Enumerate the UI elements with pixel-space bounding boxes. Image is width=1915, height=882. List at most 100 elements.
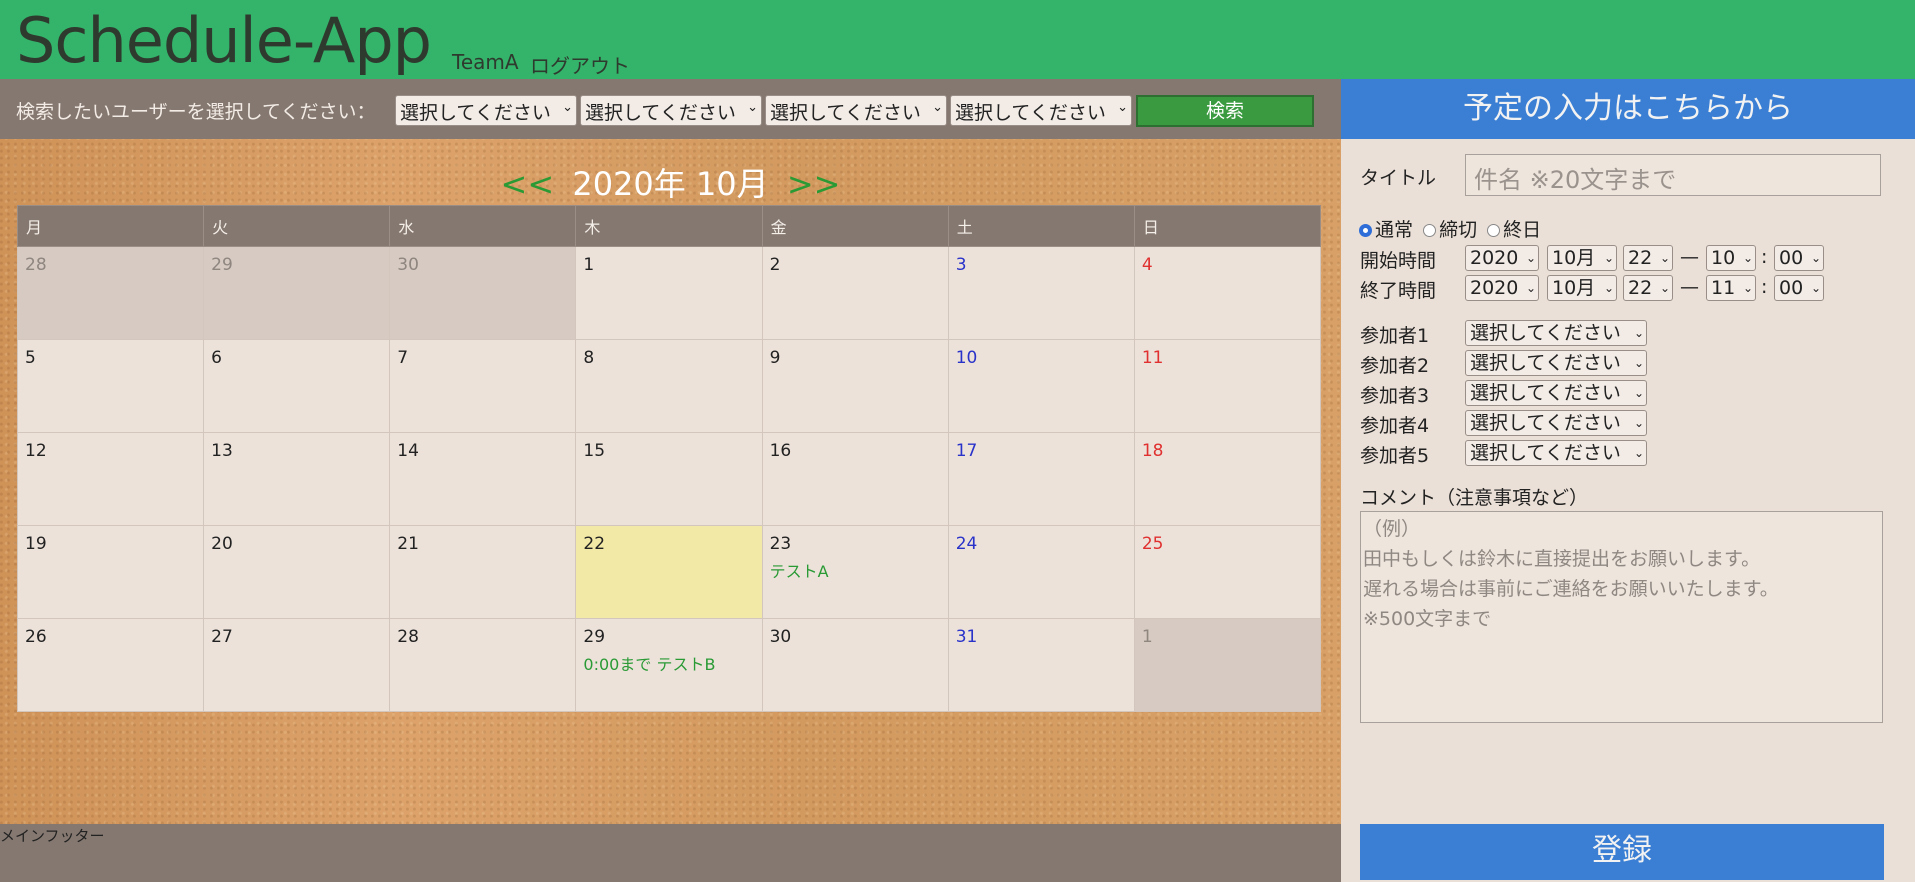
calendar-day-cell[interactable]: 5 bbox=[16, 339, 205, 433]
radio-selected-icon bbox=[1359, 224, 1372, 237]
calendar-day-cell[interactable]: 2 bbox=[761, 246, 949, 340]
calendar-day-cell[interactable]: 27 bbox=[203, 618, 391, 712]
participant-5-label: 参加者5 bbox=[1360, 445, 1430, 467]
calendar-day-cell[interactable]: 14 bbox=[389, 432, 577, 526]
participant-3-label: 参加者3 bbox=[1360, 385, 1430, 407]
end-month-select[interactable]: 10月 ⌄ bbox=[1547, 275, 1617, 301]
next-month-button[interactable]: >> bbox=[787, 165, 841, 203]
participant-1-select[interactable]: 選択してください ⌄ bbox=[1465, 320, 1647, 346]
day-number: 23 bbox=[769, 534, 792, 554]
radio-normal[interactable]: 通常 bbox=[1359, 219, 1413, 241]
chevron-down-icon: ⌄ bbox=[747, 100, 758, 115]
day-number: 29 bbox=[211, 255, 233, 275]
end-year-select[interactable]: 2020 ⌄ bbox=[1465, 275, 1539, 301]
calendar-day-cell[interactable]: 1 bbox=[575, 246, 763, 340]
end-day-select[interactable]: 22 ⌄ bbox=[1623, 275, 1673, 301]
participant-3-select[interactable]: 選択してください ⌄ bbox=[1465, 380, 1647, 406]
radio-allday[interactable]: 終日 bbox=[1487, 219, 1541, 241]
calendar-day-cell[interactable]: 19 bbox=[16, 525, 205, 619]
calendar-day-cell[interactable]: 30 bbox=[389, 246, 577, 340]
day-number: 1 bbox=[583, 255, 595, 275]
calendar-week-row: 19 20 21 22 23 テストA 24 25 bbox=[16, 525, 1322, 619]
end-minute-select[interactable]: 00 ⌄ bbox=[1774, 275, 1824, 301]
prev-month-button[interactable]: << bbox=[501, 165, 555, 203]
user-select-2[interactable]: 選択してください ⌄ bbox=[580, 95, 762, 126]
day-number: 30 bbox=[769, 627, 792, 647]
calendar-day-cell[interactable]: 29 0:00まで テストB bbox=[575, 618, 763, 712]
calendar-day-cell[interactable]: 15 bbox=[575, 432, 763, 526]
register-button[interactable]: 登録 bbox=[1360, 824, 1884, 880]
day-number: 12 bbox=[25, 441, 47, 461]
time-range-dash: — bbox=[1680, 246, 1699, 268]
day-number: 25 bbox=[1141, 534, 1164, 554]
event-type-radios: 通常 締切 終日 bbox=[1359, 215, 1541, 242]
app-title: Schedule-App bbox=[16, 4, 432, 77]
participant-2-label: 参加者2 bbox=[1360, 355, 1430, 377]
calendar-week-row: 26 27 28 29 0:00まで テストB 30 31 1 bbox=[16, 618, 1322, 712]
user-select-4[interactable]: 選択してください ⌄ bbox=[950, 95, 1132, 126]
calendar-day-cell[interactable]: 13 bbox=[203, 432, 391, 526]
end-hour-select[interactable]: 11 ⌄ bbox=[1706, 275, 1756, 301]
schedule-entry-panel: 予定の入力はこちらから タイトル 件名 ※20文字まで 通常 締切 終日 開始時… bbox=[1341, 79, 1915, 882]
calendar-day-cell[interactable]: 1 bbox=[1133, 618, 1322, 712]
calendar-day-cell[interactable]: 4 bbox=[1133, 246, 1322, 340]
chevron-down-icon: ⌄ bbox=[932, 100, 943, 115]
chevron-down-icon: ⌄ bbox=[1633, 326, 1644, 340]
logout-link[interactable]: ログアウト bbox=[530, 50, 630, 79]
start-month-select[interactable]: 10月 ⌄ bbox=[1547, 245, 1617, 271]
search-button[interactable]: 検索 bbox=[1136, 95, 1314, 127]
calendar-day-cell[interactable]: 23 テストA bbox=[761, 525, 949, 619]
calendar-week-row: 28 29 30 1 2 3 4 bbox=[16, 246, 1322, 340]
user-select-1[interactable]: 選択してください ⌄ bbox=[395, 95, 577, 126]
start-year-select[interactable]: 2020 ⌄ bbox=[1465, 245, 1539, 271]
participant-5-select[interactable]: 選択してください ⌄ bbox=[1465, 440, 1647, 466]
calendar-event[interactable]: テストA bbox=[770, 558, 941, 582]
participant-2-select[interactable]: 選択してください ⌄ bbox=[1465, 350, 1647, 376]
calendar-day-cell[interactable]: 29 bbox=[203, 246, 391, 340]
calendar-day-cell[interactable]: 16 bbox=[761, 432, 949, 526]
calendar-day-cell[interactable]: 21 bbox=[389, 525, 577, 619]
calendar-day-cell[interactable]: 18 bbox=[1133, 432, 1322, 526]
start-day-select[interactable]: 22 ⌄ bbox=[1623, 245, 1673, 271]
day-number: 2 bbox=[769, 255, 781, 275]
day-number: 10 bbox=[955, 348, 978, 368]
start-minute-select[interactable]: 00 ⌄ bbox=[1774, 245, 1824, 271]
radio-deadline[interactable]: 締切 bbox=[1423, 219, 1477, 241]
calendar-day-cell[interactable]: 30 bbox=[761, 618, 949, 712]
chevron-down-icon: ⌄ bbox=[1117, 100, 1128, 115]
calendar-day-cell[interactable]: 25 bbox=[1133, 525, 1322, 619]
day-number: 18 bbox=[1141, 441, 1164, 461]
calendar-day-cell[interactable]: 8 bbox=[575, 339, 763, 433]
calendar-day-cell[interactable]: 9 bbox=[761, 339, 949, 433]
calendar-day-cell[interactable]: 11 bbox=[1133, 339, 1322, 433]
calendar-day-cell[interactable]: 22 bbox=[575, 525, 763, 619]
radio-unselected-icon bbox=[1423, 224, 1437, 237]
start-hour-select[interactable]: 10 ⌄ bbox=[1706, 245, 1756, 271]
participant-4-select[interactable]: 選択してください ⌄ bbox=[1465, 410, 1647, 436]
day-number: 7 bbox=[397, 348, 409, 368]
user-select-3[interactable]: 選択してください ⌄ bbox=[765, 95, 947, 126]
time-range-dash: — bbox=[1680, 276, 1699, 298]
calendar-day-cell[interactable]: 10 bbox=[947, 339, 1135, 433]
start-time-label: 開始時間 bbox=[1360, 250, 1437, 272]
calendar-day-cell[interactable]: 3 bbox=[947, 246, 1135, 340]
calendar-week-row: 12 13 14 15 16 17 18 bbox=[16, 432, 1322, 526]
title-input[interactable]: 件名 ※20文字まで bbox=[1465, 154, 1881, 196]
calendar-day-cell[interactable]: 6 bbox=[203, 339, 391, 433]
calendar-day-cell[interactable]: 20 bbox=[203, 525, 391, 619]
calendar-day-cell[interactable]: 28 bbox=[16, 246, 205, 340]
day-number: 28 bbox=[397, 627, 419, 647]
weekday-header: 木 bbox=[575, 205, 763, 247]
calendar-day-cell[interactable]: 17 bbox=[947, 432, 1135, 526]
calendar-day-cell[interactable]: 28 bbox=[389, 618, 577, 712]
day-number: 14 bbox=[397, 441, 419, 461]
calendar-day-cell[interactable]: 24 bbox=[947, 525, 1135, 619]
calendar-day-cell[interactable]: 12 bbox=[16, 432, 205, 526]
calendar-event[interactable]: 0:00まで テストB bbox=[583, 651, 754, 675]
calendar-day-cell[interactable]: 31 bbox=[947, 618, 1135, 712]
comment-textarea[interactable]: （例） 田中もしくは鈴木に直接提出をお願いします。 遅れる場合は事前にご連絡をお… bbox=[1360, 511, 1883, 723]
calendar-day-cell[interactable]: 7 bbox=[389, 339, 577, 433]
day-number: 13 bbox=[211, 441, 233, 461]
comment-label: コメント（注意事項など） bbox=[1360, 487, 1589, 509]
calendar-day-cell[interactable]: 26 bbox=[16, 618, 205, 712]
